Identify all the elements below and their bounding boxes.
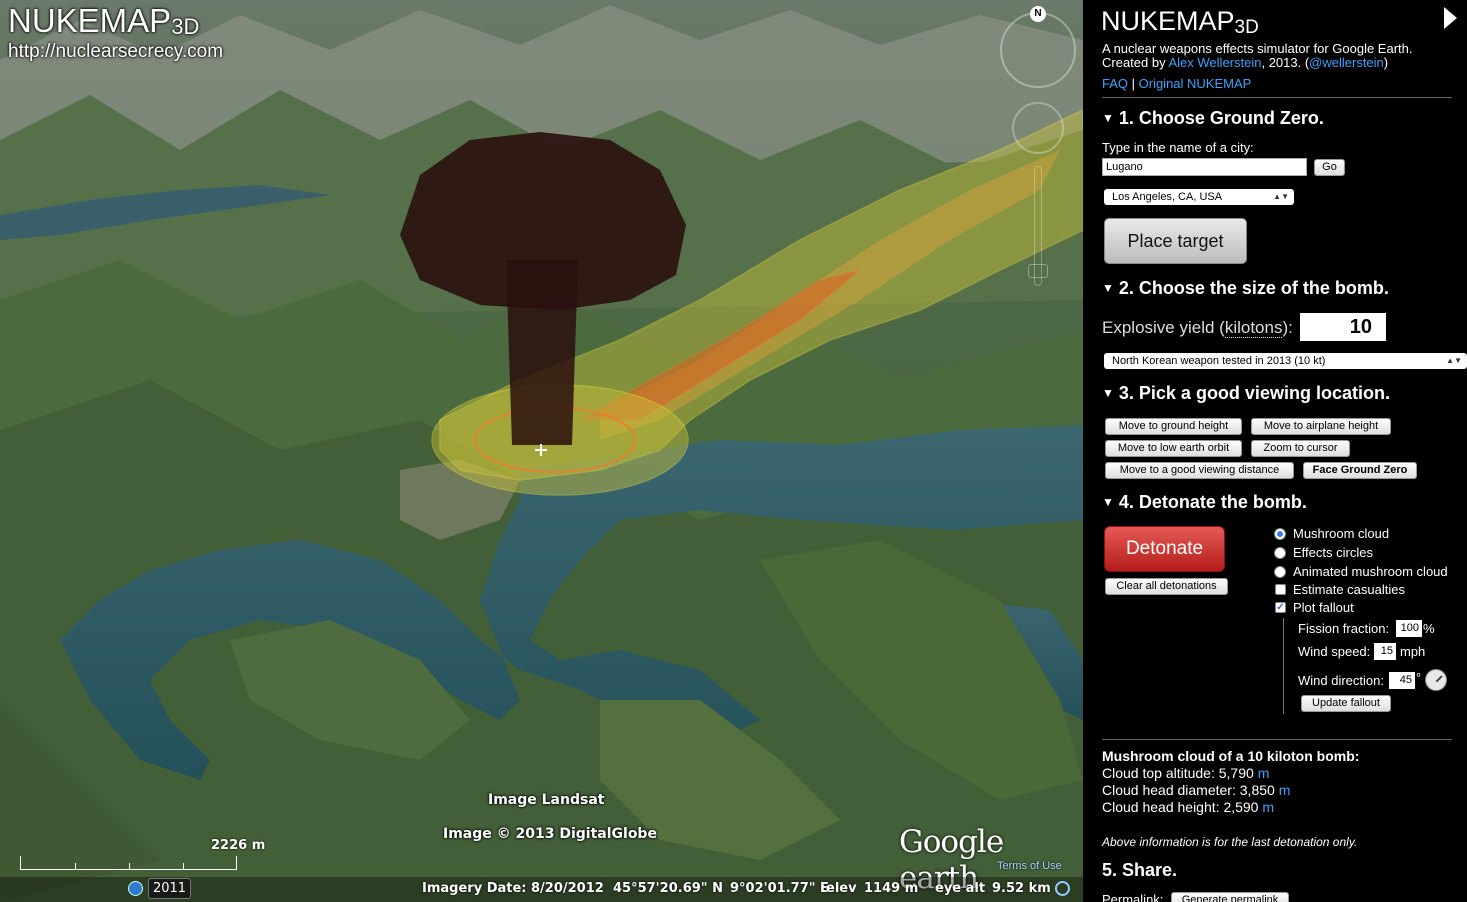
- unit-link[interactable]: m: [1279, 782, 1291, 798]
- section-4-heading[interactable]: ▼ 4. Detonate the bomb.: [1102, 492, 1307, 513]
- section-2-heading[interactable]: ▼ 2. Choose the size of the bomb.: [1102, 278, 1389, 299]
- divider: [1102, 739, 1452, 740]
- clear-all-detonations-button[interactable]: Clear all detonations: [1105, 578, 1228, 595]
- generate-permalink-button[interactable]: Generate permalink: [1171, 892, 1289, 902]
- plot-fallout-checkbox[interactable]: ✓: [1275, 602, 1286, 613]
- move-to-ground-height-button[interactable]: Move to ground height: [1105, 418, 1242, 435]
- move-to-good-viewing-distance-button[interactable]: Move to a good viewing distance: [1105, 462, 1294, 479]
- update-fallout-button[interactable]: Update fallout: [1301, 695, 1391, 712]
- preset-city-select[interactable]: Los Angeles, CA, USA ▲▼: [1104, 189, 1294, 205]
- zoom-to-cursor-button[interactable]: Zoom to cursor: [1251, 440, 1350, 457]
- longitude: 9°02'01.77" E: [730, 881, 829, 896]
- scale-tick: [129, 863, 130, 869]
- plot-fallout-label: Plot fallout: [1293, 600, 1354, 615]
- wind-speed-unit: mph: [1400, 644, 1426, 659]
- divider: [1102, 97, 1452, 98]
- disclosure-triangle-icon[interactable]: ▼: [1102, 111, 1114, 125]
- elevation-label: elev: [826, 881, 857, 896]
- imagery-date: Imagery Date: 8/20/2012: [422, 881, 604, 896]
- eye-alt-value: 9.52 km: [992, 881, 1051, 896]
- result-head-diameter: Cloud head diameter: 3,850 m: [1102, 782, 1291, 798]
- permalink-label: Permalink:: [1102, 892, 1164, 902]
- disclosure-triangle-icon[interactable]: ▼: [1102, 281, 1114, 295]
- unit-link[interactable]: m: [1262, 799, 1274, 815]
- select-arrows-icon: ▲▼: [1446, 356, 1462, 365]
- original-nukemap-link[interactable]: Original NUKEMAP: [1139, 76, 1252, 91]
- terms-of-use-link[interactable]: Terms of Use: [997, 860, 1062, 872]
- disclosure-triangle-icon[interactable]: ▼: [1102, 386, 1114, 400]
- scale-bar: [20, 856, 237, 870]
- look-joystick[interactable]: [1012, 102, 1064, 154]
- city-search-input[interactable]: Lugano: [1102, 158, 1307, 176]
- tagline: A nuclear weapons effects simulator for …: [1102, 41, 1413, 56]
- streaming-status-icon: [1055, 881, 1070, 896]
- navigation-controls[interactable]: N: [1000, 6, 1078, 306]
- wind-speed-input[interactable]: 15: [1374, 643, 1396, 660]
- result-note: Above information is for the last detona…: [1102, 835, 1358, 849]
- fission-fraction-label: Fission fraction:: [1298, 621, 1390, 636]
- fallout-options-divider: [1283, 618, 1284, 714]
- crosshair-icon: [535, 444, 547, 456]
- scale-tick: [183, 863, 184, 869]
- wind-direction-unit: °: [1416, 670, 1422, 685]
- wind-direction-dial-icon[interactable]: [1425, 669, 1447, 691]
- nukemap-url: http://nuclearsecrecy.com: [8, 41, 224, 62]
- credits-line: Created by Alex Wellerstein, 2013. (@wel…: [1102, 55, 1389, 70]
- compass-north-icon[interactable]: N: [1030, 6, 1046, 22]
- fission-fraction-unit: %: [1423, 621, 1435, 636]
- author-link[interactable]: Alex Wellerstein: [1169, 55, 1262, 70]
- scale-label: 2226 m: [211, 838, 266, 853]
- city-prompt: Type in the name of a city:: [1102, 140, 1254, 155]
- kilotons-help-link[interactable]: kilotons: [1224, 318, 1283, 338]
- animated-mushroom-cloud-label: Animated mushroom cloud: [1293, 564, 1448, 579]
- wind-speed-label: Wind speed:: [1298, 644, 1371, 659]
- latitude: 45°57'20.69" N: [613, 881, 723, 896]
- scale-tick: [75, 863, 76, 869]
- yield-label: Explosive yield (kilotons):: [1102, 318, 1293, 338]
- move-to-low-earth-orbit-button[interactable]: Move to low earth orbit: [1105, 440, 1242, 457]
- result-head-height: Cloud head height: 2,590 m: [1102, 799, 1275, 815]
- elevation-value: 1149 m: [864, 881, 919, 896]
- section-3-heading[interactable]: ▼ 3. Pick a good viewing location.: [1102, 383, 1390, 404]
- earth-map-view[interactable]: NUKEMAP3D http://nuclearsecrecy.com N Im…: [0, 0, 1083, 902]
- effects-circles-radio[interactable]: [1274, 547, 1286, 559]
- twitter-link[interactable]: @wellerstein: [1309, 55, 1384, 70]
- app-title: NUKEMAP3D: [1101, 6, 1259, 38]
- unit-link[interactable]: m: [1258, 765, 1270, 781]
- yield-input[interactable]: 10: [1300, 313, 1386, 341]
- effects-circles-label: Effects circles: [1293, 545, 1373, 560]
- fission-fraction-input[interactable]: 100: [1396, 620, 1422, 637]
- section-1-heading[interactable]: ▼ 1. Choose Ground Zero.: [1102, 108, 1324, 129]
- eye-alt-label: eye alt: [935, 881, 986, 896]
- compass-ring[interactable]: [1000, 12, 1076, 88]
- mushroom-cloud-label: Mushroom cloud: [1293, 526, 1390, 541]
- face-ground-zero-button[interactable]: Face Ground Zero: [1303, 462, 1417, 479]
- wind-direction-input[interactable]: 45: [1389, 672, 1415, 689]
- zoom-slider-knob[interactable]: [1028, 264, 1048, 278]
- detonate-button[interactable]: Detonate: [1104, 526, 1225, 572]
- nukemap-map-logo: NUKEMAP3D http://nuclearsecrecy.com: [8, 2, 224, 63]
- faq-link[interactable]: FAQ: [1102, 76, 1128, 91]
- go-button[interactable]: Go: [1314, 159, 1345, 176]
- wind-direction-label: Wind direction:: [1298, 673, 1384, 688]
- result-cloud-top: Cloud top altitude: 5,790 m: [1102, 765, 1270, 781]
- result-title: Mushroom cloud of a 10 kiloton bomb:: [1102, 748, 1360, 764]
- collapse-panel-arrow-icon[interactable]: [1444, 7, 1457, 29]
- imagery-credit-landsat: Image Landsat: [488, 792, 605, 808]
- estimate-casualties-checkbox[interactable]: [1275, 584, 1286, 595]
- animated-mushroom-cloud-radio[interactable]: [1274, 566, 1286, 578]
- place-target-button[interactable]: Place target: [1104, 218, 1247, 264]
- mushroom-cloud-radio[interactable]: [1274, 528, 1286, 540]
- imagery-credit-copyright: Image © 2013 DigitalGlobe: [443, 826, 657, 842]
- move-to-airplane-height-button[interactable]: Move to airplane height: [1251, 418, 1391, 435]
- historical-imagery-clock-icon[interactable]: [128, 881, 143, 896]
- disclosure-triangle-icon[interactable]: ▼: [1102, 495, 1114, 509]
- select-arrows-icon: ▲▼: [1273, 192, 1289, 201]
- links-line: FAQ | Original NUKEMAP: [1102, 76, 1252, 91]
- estimate-casualties-label: Estimate casualties: [1293, 582, 1405, 597]
- section-5-heading[interactable]: 5. Share.: [1102, 860, 1177, 881]
- imagery-year[interactable]: 2011: [148, 878, 191, 899]
- preset-weapon-select[interactable]: North Korean weapon tested in 2013 (10 k…: [1104, 353, 1467, 369]
